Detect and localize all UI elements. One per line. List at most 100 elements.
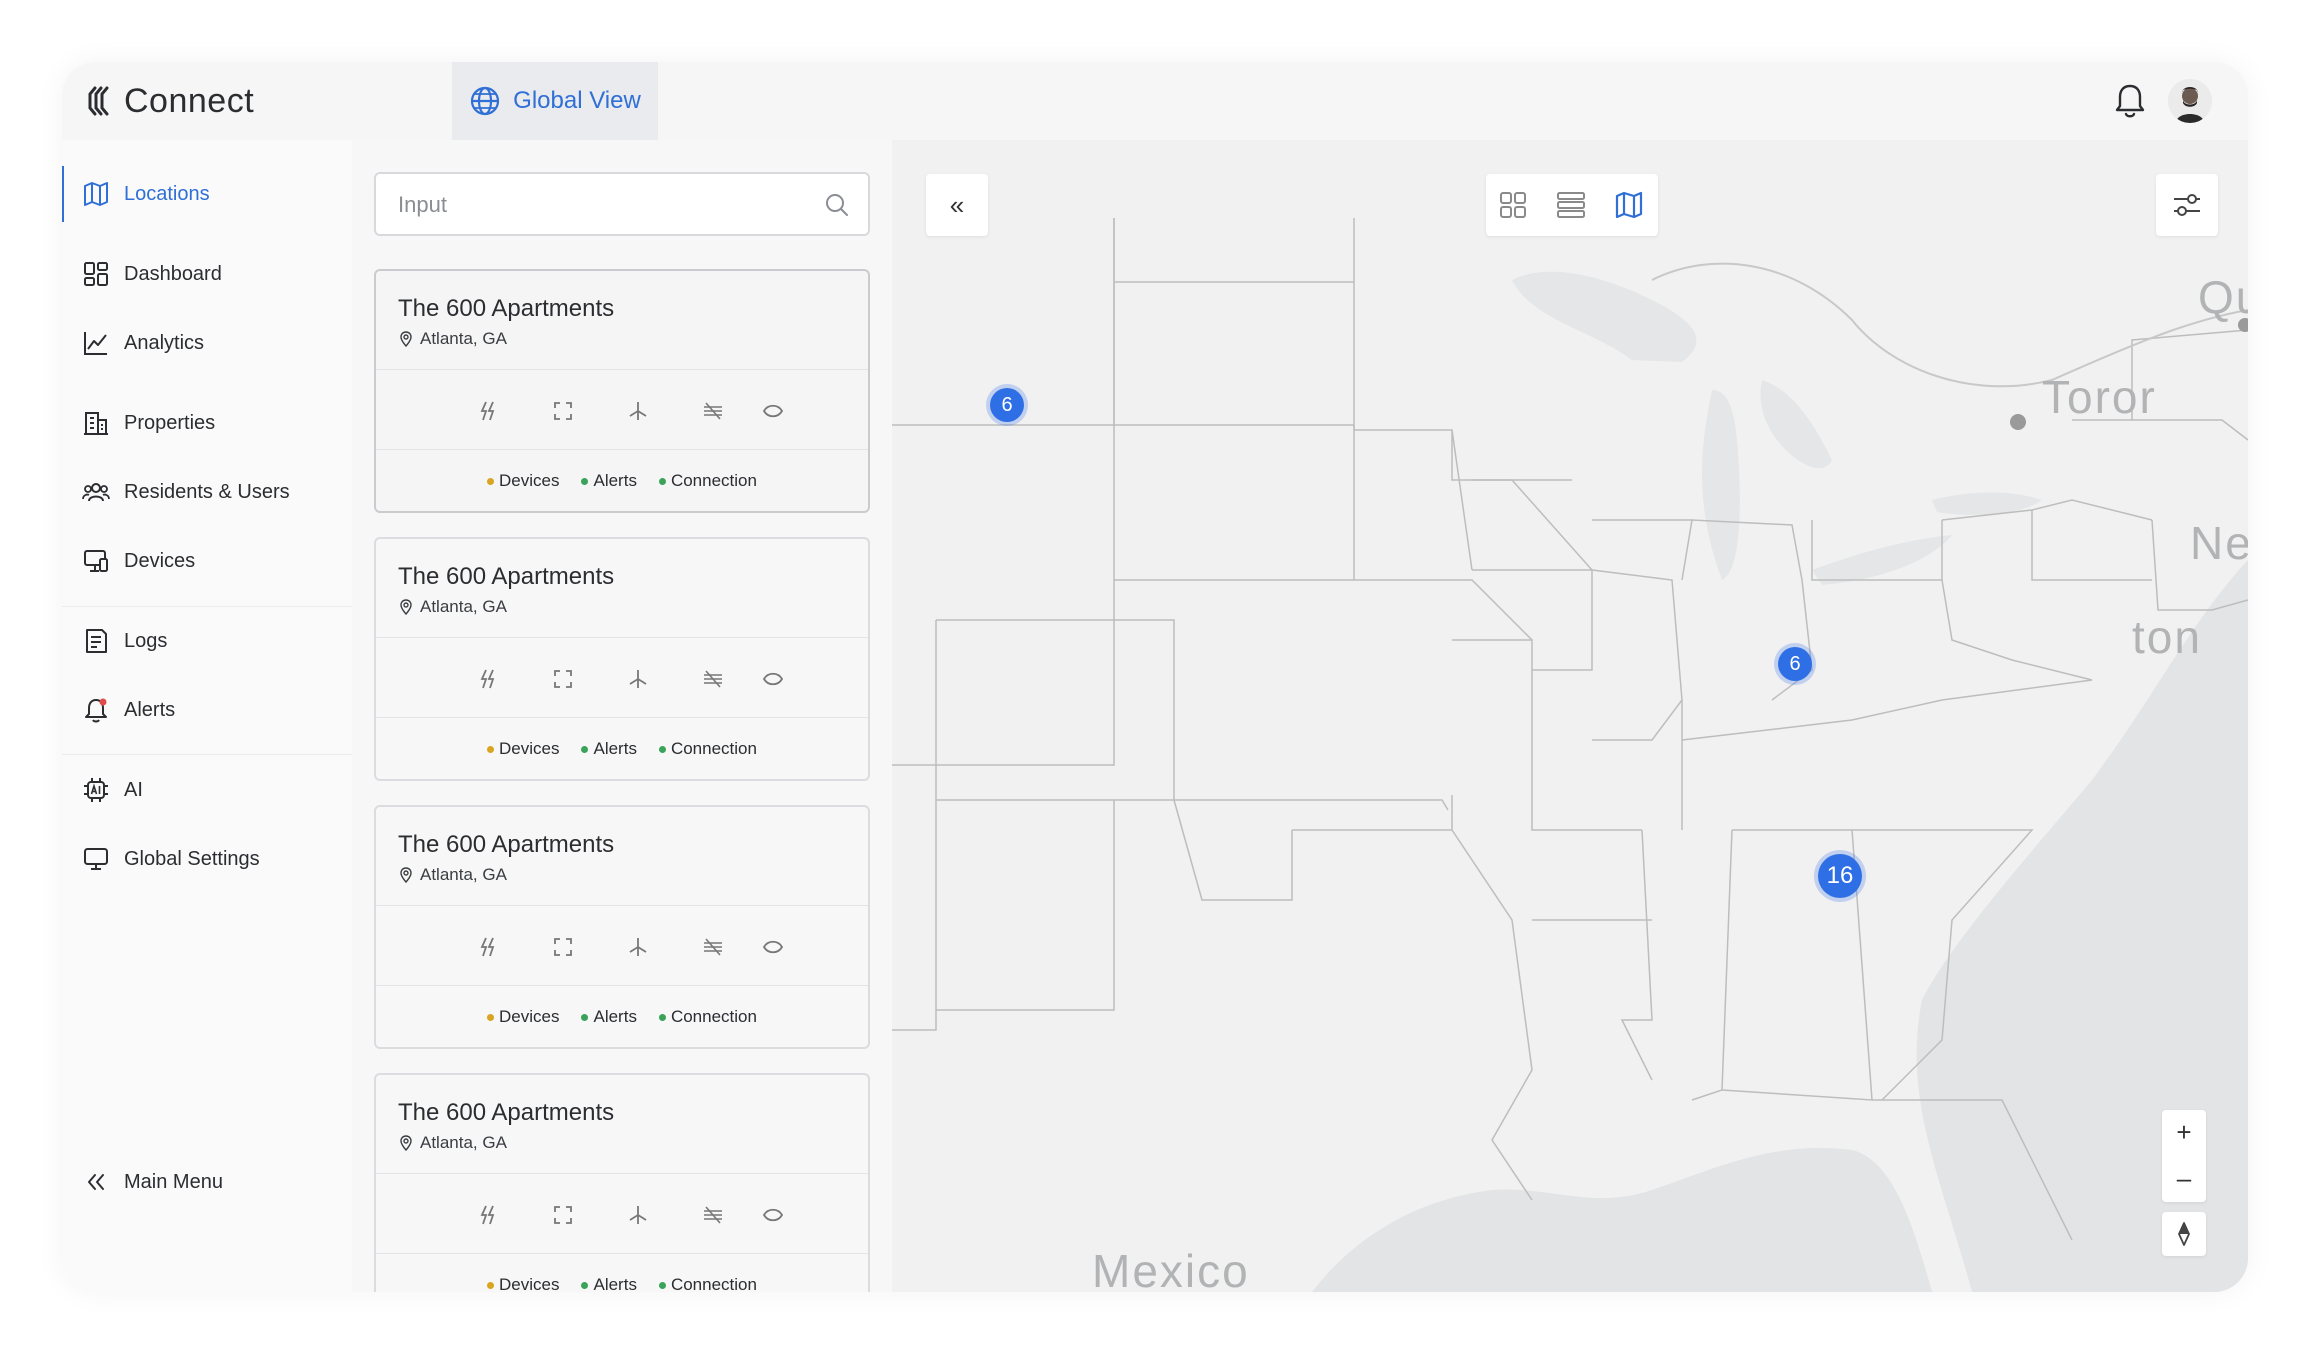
sidebar-item-analytics[interactable]: Analytics: [62, 315, 352, 371]
legend-devices-label: Devices: [499, 739, 560, 758]
brand-name: Connect: [124, 81, 255, 120]
legend-devices-label: Devices: [499, 471, 560, 490]
user-avatar[interactable]: [2168, 79, 2212, 123]
map-cluster-marker[interactable]: 6: [990, 388, 1024, 422]
legend-devices-label: Devices: [499, 1275, 560, 1292]
sidebar-item-ai[interactable]: AI: [62, 762, 352, 818]
bell-alert-icon: [85, 698, 107, 723]
card-divider: [376, 1253, 868, 1254]
sidebar-item-label: Alerts: [124, 698, 176, 721]
map-label-mexico: Mexico: [1092, 1245, 1250, 1292]
legend-devices-label: Devices: [499, 1007, 560, 1026]
sidebar-item-locations[interactable]: Locations: [62, 166, 352, 222]
card-divider: [376, 449, 868, 450]
map-city-dot-toronto: [2010, 414, 2026, 430]
map-label-toronto: Toror: [2042, 371, 2157, 423]
location-card[interactable]: The 600 Apartments Atlanta, GA Devices A…: [374, 805, 870, 1049]
expand-frame-icon[interactable]: [551, 399, 575, 423]
collapse-panel-button[interactable]: «: [926, 174, 988, 236]
map-view[interactable]: Que Toror New ton Mexico 6 6 16 «: [892, 140, 2248, 1292]
card-status-legend: Devices Alerts Connection: [376, 1273, 868, 1292]
legend-alerts-label: Alerts: [593, 1275, 637, 1292]
power-icon[interactable]: [476, 667, 500, 691]
card-status-legend: Devices Alerts Connection: [376, 1005, 868, 1029]
sidebar-item-global-settings[interactable]: Global Settings: [62, 831, 352, 887]
legend-alerts-label: Alerts: [593, 1007, 637, 1026]
sidebar-item-label: Dashboard: [124, 262, 222, 285]
sidebar-item-alerts[interactable]: Alerts: [62, 682, 352, 738]
expand-frame-icon[interactable]: [551, 935, 575, 959]
sidebar-item-logs[interactable]: Logs: [62, 613, 352, 669]
card-location: Atlanta, GA: [398, 1133, 507, 1153]
sensor-icon[interactable]: [761, 935, 785, 959]
wind-icon[interactable]: [701, 935, 725, 959]
grid-view-icon[interactable]: [1498, 190, 1528, 220]
legend-alerts: Alerts: [581, 469, 637, 493]
zoom-out-button[interactable]: –: [2162, 1156, 2206, 1200]
location-card[interactable]: The 600 Apartments Atlanta, GA Devices A…: [374, 537, 870, 781]
expand-frame-icon[interactable]: [551, 1203, 575, 1227]
card-status-legend: Devices Alerts Connection: [376, 469, 868, 493]
fan-icon[interactable]: [626, 935, 650, 959]
list-view-icon[interactable]: [1556, 190, 1586, 220]
sidebar-item-residents-users[interactable]: Residents & Users: [62, 464, 352, 520]
sidebar-item-properties[interactable]: Properties: [62, 395, 352, 451]
expand-frame-icon[interactable]: [551, 667, 575, 691]
fan-icon[interactable]: [626, 399, 650, 423]
wind-icon[interactable]: [701, 667, 725, 691]
map-cluster-marker[interactable]: 16: [1818, 854, 1862, 898]
sidebar-item-devices[interactable]: Devices: [62, 533, 352, 589]
power-icon[interactable]: [476, 399, 500, 423]
location-pin-icon: [400, 867, 412, 883]
card-device-icons: [376, 391, 868, 431]
settings-monitor-icon: [84, 848, 108, 870]
location-card[interactable]: The 600 Apartments Atlanta, GA Devices A…: [374, 1073, 870, 1292]
main-menu-button[interactable]: Main Menu: [62, 1154, 352, 1210]
wind-icon[interactable]: [701, 399, 725, 423]
sensor-icon[interactable]: [761, 667, 785, 691]
location-card[interactable]: The 600 Apartments Atlanta, GA Devices A…: [374, 269, 870, 513]
map-filter-button[interactable]: [2156, 174, 2218, 236]
legend-alerts-label: Alerts: [593, 471, 637, 490]
grid-icon: [84, 262, 108, 286]
zoom-in-button[interactable]: +: [2162, 1110, 2206, 1154]
fan-icon[interactable]: [626, 1203, 650, 1227]
log-icon: [86, 629, 107, 653]
power-icon[interactable]: [476, 935, 500, 959]
status-dot-devices: [487, 1281, 495, 1289]
status-dot-connection: [658, 745, 666, 753]
status-dot-alerts: [581, 1281, 589, 1289]
sidebar-item-label: Logs: [124, 629, 168, 652]
app-window: Connect Global View Locations Dashboard …: [62, 62, 2248, 1292]
search-input[interactable]: [396, 184, 800, 226]
status-dot-alerts: [581, 477, 589, 485]
search-icon[interactable]: [824, 192, 850, 218]
fan-icon[interactable]: [626, 667, 650, 691]
brand-logo[interactable]: Connect: [86, 80, 254, 122]
map-city-dot: [2238, 318, 2248, 332]
card-title: The 600 Apartments: [398, 295, 615, 322]
sensor-icon[interactable]: [761, 399, 785, 423]
devices-icon: [84, 550, 108, 572]
map-view-icon[interactable]: [1614, 190, 1644, 220]
tab-global-view[interactable]: Global View: [452, 62, 658, 140]
legend-alerts: Alerts: [581, 1005, 637, 1029]
map-label-quebec: Que: [2198, 271, 2248, 323]
top-bar: Connect Global View: [62, 62, 2248, 140]
legend-connection-label: Connection: [670, 1275, 757, 1292]
power-icon[interactable]: [476, 1203, 500, 1227]
card-device-icons: [376, 1195, 868, 1235]
sidebar-item-label: Devices: [124, 549, 196, 572]
sidebar-item-dashboard[interactable]: Dashboard: [62, 246, 352, 302]
compass-button[interactable]: [2162, 1212, 2206, 1256]
status-dot-alerts: [581, 1013, 589, 1021]
map-cluster-marker[interactable]: 6: [1778, 647, 1812, 681]
double-chevron-left-icon: [88, 1174, 104, 1190]
notifications-bell-icon[interactable]: [2112, 82, 2148, 120]
card-location-text: Atlanta, GA: [420, 865, 507, 884]
sliders-icon: [2174, 194, 2200, 216]
sensor-icon[interactable]: [761, 1203, 785, 1227]
wind-icon[interactable]: [701, 1203, 725, 1227]
sidebar-item-label: AI: [124, 778, 143, 801]
logo-mark-icon: [88, 86, 109, 116]
